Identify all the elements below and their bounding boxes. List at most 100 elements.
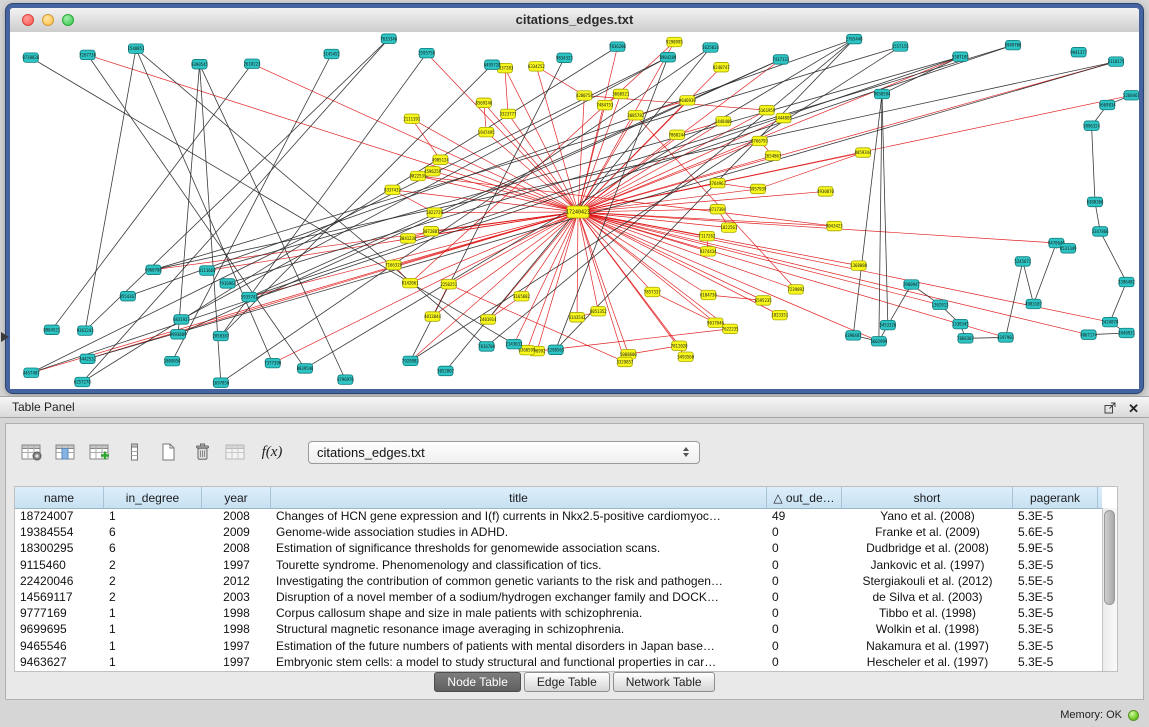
graph-node[interactable]: 6595235 <box>755 296 772 306</box>
graph-node[interactable]: 3143542 <box>569 313 586 323</box>
column-header-name[interactable]: name <box>15 487 104 508</box>
graph-node[interactable]: 8337432 <box>384 185 401 195</box>
table-options-icon[interactable] <box>18 438 46 466</box>
graph-node[interactable]: 2143633 <box>506 339 523 349</box>
graph-node[interactable]: 9646939 <box>679 96 696 106</box>
column-header-pagerank[interactable]: pagerank <box>1013 487 1098 508</box>
graph-node[interactable]: 7916964 <box>219 279 236 289</box>
graph-node[interactable]: 1557155 <box>892 42 909 52</box>
graph-node[interactable]: 4457487 <box>23 368 40 378</box>
graph-node[interactable]: 6831927 <box>173 315 190 325</box>
graph-node[interactable]: 8569246 <box>475 98 492 108</box>
graph-node[interactable]: 7117262 <box>698 231 715 241</box>
graph-node[interactable]: 3085782 <box>627 110 644 120</box>
graph-node[interactable]: 5052807 <box>437 366 454 376</box>
table-row[interactable]: 946362711997Embryonic stem cells: a mode… <box>15 654 1102 670</box>
column-visibility-icon[interactable] <box>52 438 80 466</box>
graph-node[interactable]: 5669834 <box>1099 100 1116 110</box>
column-header-short[interactable]: short <box>842 487 1013 508</box>
graph-node[interactable]: 9941377 <box>1070 47 1087 57</box>
minimize-window-button[interactable] <box>42 14 54 26</box>
graph-node[interactable]: 7816700 <box>478 342 495 352</box>
graph-node[interactable]: 2250251 <box>440 280 457 290</box>
graph-node[interactable]: 4905124 <box>432 155 449 165</box>
table-row[interactable]: 1938455462009Genome-wide association stu… <box>15 524 1102 540</box>
graph-node[interactable]: 5268461 <box>1123 91 1139 101</box>
function-builder-icon[interactable]: f(x) <box>256 438 288 466</box>
tab-edge-table[interactable]: Edge Table <box>524 672 610 692</box>
column-header-out-de-[interactable]: △ out_de… <box>767 487 842 508</box>
graph-node[interactable]: 2298565 <box>547 345 564 355</box>
graph-node[interactable]: 8839546 <box>297 364 314 374</box>
graph-node[interactable]: 2765448 <box>846 34 863 44</box>
graph-node[interactable]: 8240747 <box>713 62 730 72</box>
graph-node[interactable]: 3957939 <box>750 184 767 194</box>
graph-node[interactable]: 3110175 <box>1108 57 1125 67</box>
close-window-button[interactable] <box>22 14 34 26</box>
graph-node[interactable]: 1448406 <box>715 117 732 127</box>
graph-node[interactable]: 1444805 <box>775 113 792 123</box>
graph-node[interactable]: 8051352 <box>590 307 607 317</box>
graph-node[interactable]: 4984289 <box>659 52 676 62</box>
graph-node[interactable]: 3764967 <box>709 178 726 188</box>
graph-node[interactable]: 7868244 <box>669 130 686 140</box>
graph-node[interactable]: 8059344 <box>855 148 872 158</box>
table-row[interactable]: 1456911722003Disruption of a novel membe… <box>15 589 1102 605</box>
graph-node[interactable]: 8867174 <box>1080 330 1097 340</box>
graph-node[interactable]: 4813044 <box>424 312 441 322</box>
table-row[interactable]: 1872400712008Changes of HCN gene express… <box>15 508 1102 524</box>
graph-node[interactable]: 4596259 <box>424 166 441 176</box>
graph-node[interactable]: 7622235 <box>722 324 739 334</box>
graph-node[interactable]: 7267738 <box>79 50 96 60</box>
graph-node[interactable]: 17240423 <box>566 206 590 218</box>
graph-node[interactable]: 9822539 <box>410 171 427 181</box>
graph-node[interactable]: 6380366 <box>1087 197 1104 207</box>
graph-node[interactable]: 2840931 <box>1118 328 1135 338</box>
column-header-in-degree[interactable]: in_degree <box>104 487 202 508</box>
graph-node[interactable]: 4390487 <box>845 331 862 341</box>
graph-node[interactable]: 5935742 <box>241 292 258 302</box>
new-table-icon[interactable] <box>154 438 182 466</box>
graph-node[interactable]: 3347866 <box>1092 227 1109 237</box>
column-header-year[interactable]: year <box>202 487 271 508</box>
graph-node[interactable]: 6949706 <box>1005 40 1022 50</box>
graph-node[interactable]: 7633346 <box>380 34 397 44</box>
graph-node[interactable]: 1548851 <box>128 44 145 54</box>
graph-node[interactable]: 9993809 <box>170 330 187 340</box>
graph-node[interactable]: 5602999 <box>870 337 887 347</box>
table-row[interactable]: 2242004622012Investigating the contribut… <box>15 573 1102 589</box>
close-panel-icon[interactable]: ✕ <box>1128 402 1139 415</box>
graph-node[interactable]: 4280754 <box>576 91 593 101</box>
graph-node[interactable]: 2424878 <box>1102 317 1119 327</box>
graph-node[interactable]: 8717384 <box>709 204 726 214</box>
graph-node[interactable]: 8766793 <box>751 136 768 146</box>
table-row[interactable]: 946554611997Estimation of the future num… <box>15 638 1102 654</box>
graph-node[interactable]: 8904521 <box>43 325 60 335</box>
zoom-window-button[interactable] <box>62 14 74 26</box>
graph-node[interactable]: 4930870 <box>817 187 834 197</box>
graph-node[interactable]: 7239892 <box>787 285 804 295</box>
graph-node[interactable]: 6334252 <box>528 62 545 72</box>
graph-node[interactable]: 6184736 <box>700 290 717 300</box>
graph-node[interactable]: 7437133 <box>772 55 789 65</box>
graph-node[interactable]: 3660521 <box>612 89 629 99</box>
graph-node[interactable]: 3493560 <box>677 352 694 362</box>
graph-node[interactable]: 1822729 <box>426 208 443 218</box>
scrollbar-thumb[interactable] <box>1104 510 1115 605</box>
graph-node[interactable]: 2858387 <box>212 331 229 341</box>
graph-node[interactable]: 1823351 <box>771 310 788 320</box>
graph-node[interactable]: 7928983 <box>402 356 419 366</box>
import-table-icon[interactable] <box>222 438 250 466</box>
graph-node[interactable]: 7836200 <box>609 42 626 52</box>
float-panel-icon[interactable] <box>1104 402 1116 414</box>
table-scrollbar[interactable] <box>1102 508 1117 671</box>
graph-node[interactable]: 9290995 <box>666 37 683 47</box>
graph-node[interactable]: 1822561 <box>720 223 737 233</box>
graph-node[interactable]: 1947495 <box>478 127 495 137</box>
table-row[interactable]: 911546021997Tourette syndrome. Phenomeno… <box>15 557 1102 573</box>
graph-node[interactable]: 9938594 <box>874 89 891 99</box>
graph-node[interactable]: 1697850 <box>212 378 229 388</box>
graph-node[interactable]: 5245671 <box>1014 257 1031 267</box>
graph-node[interactable]: 2595758 <box>418 48 435 58</box>
graph-node[interactable]: 3072887 <box>423 226 440 236</box>
